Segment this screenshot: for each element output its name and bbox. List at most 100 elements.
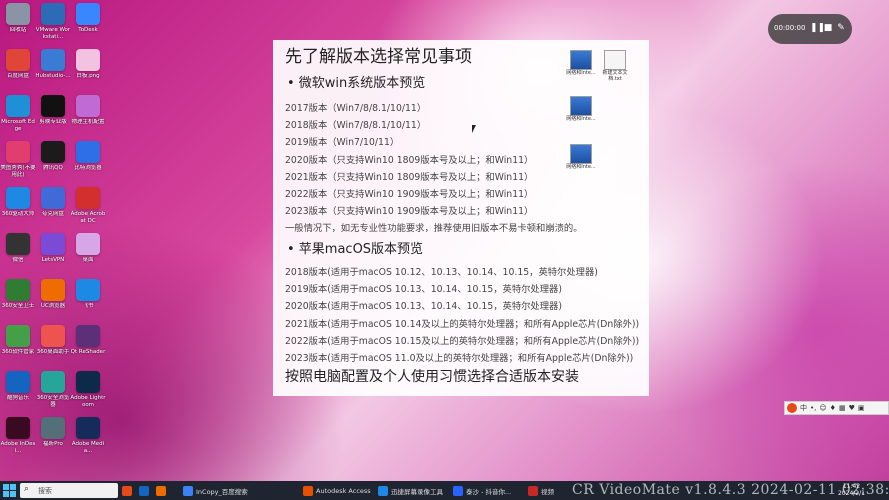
file-shortcut-label: 网络和Inte... <box>566 116 596 122</box>
pen-icon[interactable]: ✎ <box>836 23 846 34</box>
desktop-icon-label: 白板.png <box>76 73 100 79</box>
desktop-icon-label: 桌面 <box>82 257 94 263</box>
desktop-icon-label: Microsoft Edge <box>1 119 35 132</box>
windows-version-row: 2020版本（只支持Win10 1809版本号及以上；和Win11） <box>285 154 534 166</box>
desktop-icon[interactable]: 百度网盘 <box>0 49 36 80</box>
punctuation-icon[interactable]: •, <box>810 404 816 412</box>
desktop-icon-label: LetsVPN <box>41 257 65 263</box>
stop-icon[interactable]: ■ <box>823 23 833 34</box>
taskbar-window-title: 迅捷屏幕录像工具 <box>391 487 443 496</box>
desktop-icon[interactable]: Adobe Media... <box>70 417 106 454</box>
file-shortcut[interactable]: 网络和Inte... <box>564 50 598 76</box>
taskbar-window-button[interactable]: 泰沙 - 抖音你... <box>453 483 511 498</box>
desktop-icon[interactable]: Adobe Lightroom <box>70 371 106 408</box>
toolbox-icon[interactable]: ▣ <box>858 404 865 412</box>
app-icon <box>303 485 313 496</box>
desktop-icon[interactable]: 酷狗音乐 <box>0 371 36 402</box>
macos-version-row: 2019版本(适用于macOS 10.13、10.14、10.15，英特尔处理器… <box>285 284 562 296</box>
taskbar-window-button[interactable]: 视频 <box>528 483 554 498</box>
app-icon <box>6 233 30 255</box>
app-icon <box>76 95 100 117</box>
desktop-icon[interactable]: 剪映专业版 <box>35 95 71 126</box>
desktop-icon[interactable]: 360软件管家 <box>0 325 36 356</box>
network-shortcut-icon <box>570 50 592 70</box>
app-icon <box>41 187 65 209</box>
desktop-icon-label: Adobe Acrobat DC <box>70 211 106 224</box>
desktop-icon[interactable]: 360驱动大师 <box>0 187 36 218</box>
app-icon <box>6 187 30 209</box>
macos-section-heading: • 苹果macOS版本预览 <box>287 242 424 257</box>
app-icon <box>6 325 30 347</box>
desktop-icon[interactable]: 微信 <box>0 233 36 264</box>
desktop-icon-label: 腾讯QQ <box>43 165 63 171</box>
desktop-icon[interactable]: 飞书 <box>70 279 106 310</box>
desktop-icon-label: Adobe InDesi... <box>0 441 36 454</box>
taskbar-pinned-app[interactable] <box>156 483 169 498</box>
ime-toolbar[interactable]: 中 •, ☺ ♦ ▦ ♥ ▣ <box>784 401 889 415</box>
taskbar-window-button[interactable]: Autodesk Access <box>303 483 371 498</box>
desktop-icon-label: 360软件管家 <box>1 349 35 355</box>
emoji-icon[interactable]: ☺ <box>819 404 826 412</box>
desktop-icon[interactable]: ToDesk <box>70 3 106 34</box>
desktop-icon[interactable]: 桌面 <box>70 233 106 264</box>
windows-start-icon[interactable] <box>3 484 16 497</box>
desktop-icon[interactable]: 360桌面助手 <box>35 325 71 356</box>
desktop-icon-label: 夸克网盘 <box>41 211 64 217</box>
keyboard-icon[interactable]: ▦ <box>839 404 846 412</box>
app-icon <box>76 187 100 209</box>
app-icon <box>76 49 100 71</box>
desktop-icon[interactable]: 夸克网盘 <box>35 187 71 218</box>
app-icon <box>41 371 65 393</box>
desktop-icon[interactable]: Hubstudio-... <box>35 49 71 80</box>
desktop-icon[interactable]: Adobe Acrobat DC <box>70 187 106 224</box>
desktop-icon[interactable]: 物理主机配置 <box>70 95 106 126</box>
desktop-icon[interactable]: Adobe InDesi... <box>0 417 36 454</box>
desktop-icon[interactable]: 回收站 <box>0 3 36 34</box>
presentation-slide: 先了解版本选择常见事项 • 微软win系统版本预览 2017版本（Win7/8/… <box>273 40 649 396</box>
file-shortcut[interactable]: 新建文本文档.txt <box>598 50 632 82</box>
app-icon <box>6 371 30 393</box>
sogou-icon[interactable] <box>787 403 797 413</box>
taskbar-window-button[interactable]: InCopy_百度搜索 <box>183 483 248 498</box>
ime-language-label[interactable]: 中 <box>800 403 807 413</box>
app-icon <box>183 485 193 496</box>
desktop-icon[interactable]: 比特浏览器 <box>70 141 106 172</box>
desktop-icon[interactable]: 腾讯QQ <box>35 141 71 172</box>
app-icon <box>41 325 65 347</box>
app-icon <box>76 371 100 393</box>
file-shortcut-label: 新建文本文档.txt <box>602 70 628 82</box>
desktop-icon[interactable]: Qt ReShader <box>70 325 106 356</box>
desktop-icon[interactable]: 美图秀秀(不要用此) <box>0 141 36 178</box>
desktop-icon[interactable]: Microsoft Edge <box>0 95 36 132</box>
file-shortcut[interactable]: 网络和Inte... <box>564 96 598 122</box>
desktop-icon[interactable]: 360安全卫士 <box>0 279 36 310</box>
file-shortcut[interactable]: 网络和Inte... <box>564 144 598 170</box>
desktop-icon-label: 360桌面助手 <box>36 349 70 355</box>
desktop-icon[interactable]: 白板.png <box>70 49 106 80</box>
app-icon <box>41 141 65 163</box>
skin-icon[interactable]: ♥ <box>849 404 855 412</box>
app-icon <box>6 141 30 163</box>
desktop-icon[interactable]: 福昕Pro <box>35 417 71 448</box>
desktop-icon-label: ToDesk <box>78 27 98 33</box>
desktop-icon-label: 酷狗音乐 <box>6 395 29 401</box>
macos-version-row: 2022版本(适用于macOS 10.15及以上的英特尔处理器；和所有Apple… <box>285 335 640 347</box>
desktop-icon-label: 飞书 <box>82 303 94 309</box>
app-icon <box>6 49 30 71</box>
taskbar-pinned-app[interactable] <box>139 483 152 498</box>
desktop-icon[interactable]: UC浏览器 <box>35 279 71 310</box>
app-icon <box>41 95 65 117</box>
taskbar-pinned-app[interactable] <box>122 483 135 498</box>
taskbar-window-button[interactable]: 迅捷屏幕录像工具 <box>378 483 443 498</box>
pause-icon[interactable]: ❚❚ <box>810 23 825 34</box>
desktop-icon[interactable]: VMware Workstati... <box>35 3 71 40</box>
desktop-icon[interactable]: LetsVPN <box>35 233 71 264</box>
app-icon <box>76 279 100 301</box>
microphone-icon[interactable]: ♦ <box>830 404 836 412</box>
taskbar-search-box[interactable]: ⌕ 搜索 <box>20 483 118 498</box>
windows-version-row: 2017版本（Win7/8/8.1/10/11） <box>285 103 427 114</box>
recording-timer: 00:00:00 <box>774 24 806 32</box>
desktop-icon[interactable]: 360安全浏览器 <box>35 371 71 408</box>
desktop-icon-label: 物理主机配置 <box>71 119 105 125</box>
desktop-icon-label: 360安全卫士 <box>1 303 35 309</box>
